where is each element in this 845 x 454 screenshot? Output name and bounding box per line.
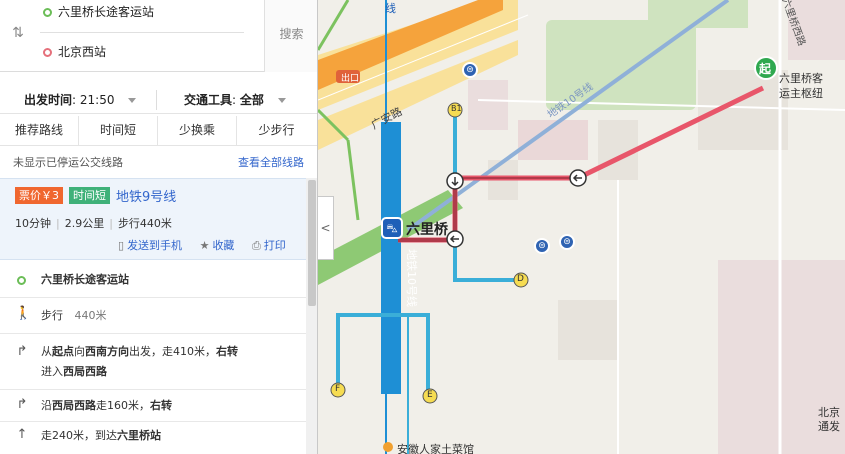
phone-icon: ▯ [118,239,125,252]
map-exit-b1[interactable]: B1 [451,104,462,113]
tab-less-walking[interactable]: 少步行 [237,116,316,145]
price-badge: 票价￥3 [15,187,63,204]
straight-arrow-icon: ↑ [16,427,28,442]
collapse-panel-button[interactable]: < [318,196,334,260]
notice-row: 未显示已停运公交线路 查看全部线路 [0,150,317,176]
destination-field[interactable]: 北京西站 [40,40,244,64]
printer-icon: ⎙ [251,239,261,252]
step-turn-1[interactable]: ↱ 从起点向西南方向出发，走410米，右转 进入西局西路 [0,334,306,390]
plan-distance: 2.9公里 [64,217,105,230]
vehicle-dropdown[interactable]: 交通工具: 全部 [184,86,286,114]
chevron-down-icon [128,98,137,103]
map-station-label[interactable]: 六里桥 [406,219,448,239]
depart-time-value: 21:50 [79,93,115,107]
route-search-box: ⇅ 六里桥长途客运站 北京西站 搜索 [0,0,317,72]
map-pin-icon[interactable] [281,348,292,362]
walking-icon: 🚶 [15,306,32,321]
turn-right-icon: ↱ [16,397,28,412]
step-walk-value: 440米 [74,309,107,322]
step-walk-text: 步行 440米 [41,306,281,326]
tab-recommended[interactable]: 推荐路线 [0,116,79,145]
map-start-marker[interactable]: 起 [759,60,771,77]
step-walk-label: 步行 [41,309,63,322]
plan-walk: 步行440米 [117,217,172,230]
plan-stats: 10分钟 | 2.9公里 | 步行440米 [15,217,172,230]
map-exit-tag: 出口 [341,74,360,84]
print-label: 打印 [263,239,286,252]
tab-shortest-time[interactable]: 时间短 [79,116,158,145]
send-to-phone-button[interactable]: ▯ 发送到手机 [118,239,182,252]
print-button[interactable]: ⎙ 打印 [252,239,286,252]
bus-stop-icon[interactable]: ⊜ [559,234,575,250]
step-straight[interactable]: ↑ 走240米，到达六里桥站 [0,422,306,454]
favorite-button[interactable]: ★ 收藏 [200,239,235,252]
notice-text: 未显示已停运公交线路 [13,156,123,169]
destination-text: 北京西站 [58,45,107,59]
favorite-label: 收藏 [212,239,235,252]
map-start-label-2: 运主枢纽 [779,87,823,100]
route-plan-card[interactable]: 票价￥3 时间短 地铁9号线 10分钟 | 2.9公里 | 步行440米 ▯ 发送到手机 … [0,178,306,260]
star-icon: ★ [199,239,210,252]
map-poi-right-2: 通发 [818,420,840,433]
tab-fewer-transfers[interactable]: 少换乘 [158,116,237,145]
plan-line-name[interactable]: 地铁9号线 [116,186,176,205]
map-exit-e[interactable]: E [427,390,433,400]
step-straight-text: 走240米，到达六里桥站 [41,429,161,442]
depart-time-dropdown[interactable]: 出发时间: 21:50 [24,86,137,114]
step-walk[interactable]: 🚶 步行 440米 [0,298,306,334]
step-turn-2-text: 沿西局西路走160米，右转 [41,399,172,412]
route-panel: ⇅ 六里桥长途客运站 北京西站 搜索 出发时间: 21:50 交通工具: 全部 [0,0,318,454]
vehicle-value: 全部 [239,93,264,107]
step-turn-1-text: 从起点向西南方向出发，走410米，右转 进入西局西路 [41,345,238,378]
map-poi-restaurant[interactable]: 安徽人家土菜馆 [397,441,474,454]
depart-time-label: 出发时间 [24,93,73,107]
vehicle-label: 交通工具 [184,93,233,107]
plan-actions: ▯ 发送到手机 ★ 收藏 ⎙ 打印 [118,237,300,253]
filter-divider [156,90,157,110]
map-pin-icon[interactable] [281,274,292,288]
map-line-label-top: 线 [385,2,396,15]
map-start-label-1: 六里桥客 [779,72,823,85]
map-exit-d[interactable]: D [517,274,524,284]
step-turn-2[interactable]: ↱ 沿西局西路走160米，右转 [0,390,306,422]
subway-platform [381,122,401,394]
fast-badge: 时间短 [69,187,110,204]
filter-row: 出发时间: 21:50 交通工具: 全部 [0,86,317,114]
send-to-phone-label: 发送到手机 [127,239,183,252]
field-divider [40,32,244,33]
show-all-lines-link[interactable]: 查看全部线路 [238,150,304,176]
destination-dot-icon [43,48,52,57]
step-start-text: 六里桥长途客运站 [41,273,129,286]
search-button[interactable]: 搜索 [264,0,317,72]
start-dot-icon [17,276,26,285]
origin-field[interactable]: 六里桥长途客运站 [40,0,244,24]
chevron-down-icon [277,98,286,103]
turn-right-icon: ↱ [16,344,28,359]
bus-stop-icon[interactable]: ⊜ [534,238,550,254]
origin-dot-icon [43,8,52,17]
origin-text: 六里桥长途客运站 [58,5,155,19]
swap-icon[interactable]: ⇅ [9,24,27,42]
map-canvas[interactable]: ⛍ 线 出口 广安路 地铁10号线 地铁10号线 六里桥西路 六里桥 起 六里桥… [318,0,845,454]
route-tabs: 推荐路线 时间短 少换乘 少步行 [0,116,317,146]
map-subway-label: 地铁10号线 [405,249,418,307]
svg-text:⛍: ⛍ [386,222,397,235]
map-pin-icon[interactable] [281,400,292,414]
map-exit-f[interactable]: F [335,384,340,394]
bus-stop-icon[interactable]: ⊜ [462,62,478,78]
step-start[interactable]: 六里桥长途客运站 [0,262,306,298]
scrollbar-thumb[interactable] [308,180,316,306]
plan-duration: 10分钟 [15,217,51,230]
